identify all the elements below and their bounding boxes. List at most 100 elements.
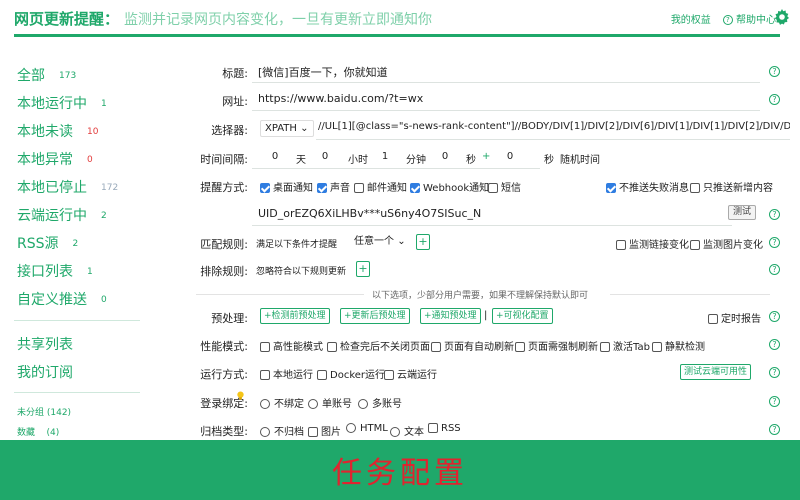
- add-match-rule-button[interactable]: +: [416, 234, 430, 250]
- login-none-radio[interactable]: 不绑定: [260, 395, 304, 410]
- notify-sound-checkbox[interactable]: 声音: [317, 179, 350, 194]
- run-cloud-checkbox[interactable]: 云端运行: [384, 366, 437, 381]
- checkbox-unchecked[interactable]: [354, 183, 364, 193]
- notify-desktop-checkbox[interactable]: 桌面通知: [260, 179, 313, 194]
- sidebar-item-api-list[interactable]: 接口列表 1: [17, 261, 93, 281]
- help-icon[interactable]: ?: [769, 66, 780, 77]
- checkbox-unchecked[interactable]: [488, 183, 498, 193]
- checkbox-checked[interactable]: [606, 183, 616, 193]
- archive-none-radio[interactable]: 不归档: [260, 423, 304, 438]
- selector-input[interactable]: //UL[1][@class="s-news-rank-content"]//B…: [318, 121, 790, 132]
- title-input[interactable]: [微信]百度一下，你就知道: [258, 64, 388, 80]
- help-center-link[interactable]: ? 帮助中心: [722, 11, 776, 26]
- perf-silent-checkbox[interactable]: 静默检测: [652, 338, 705, 353]
- checkbox-checked[interactable]: [410, 183, 420, 193]
- radio[interactable]: [308, 399, 318, 409]
- help-icon[interactable]: ?: [769, 339, 780, 350]
- days-input[interactable]: 0: [268, 151, 282, 162]
- add-random-button[interactable]: +: [482, 151, 490, 162]
- no-failure-push-checkbox[interactable]: 不推送失败消息: [606, 179, 689, 194]
- test-button[interactable]: 测试: [728, 205, 757, 220]
- sidebar-item-local-error[interactable]: 本地异常 0: [17, 149, 93, 169]
- checkbox-unchecked[interactable]: [308, 427, 318, 437]
- group-favorites[interactable]: 数藏 (4): [17, 425, 59, 438]
- checkbox-unchecked[interactable]: [616, 240, 626, 250]
- uid-input[interactable]: UID_orEZQ6XiLHBv***uS6ny4O7SISuc_N: [258, 207, 481, 220]
- archive-image-checkbox[interactable]: 图片: [308, 423, 341, 438]
- my-rights-link[interactable]: 我的权益: [671, 11, 711, 26]
- url-input[interactable]: https://www.baidu.com/?t=wx: [258, 92, 423, 105]
- help-icon[interactable]: ?: [769, 237, 780, 248]
- monitor-links-checkbox[interactable]: 监测链接变化: [616, 236, 689, 251]
- checkbox-checked[interactable]: [317, 183, 327, 193]
- checkbox-unchecked[interactable]: [652, 342, 662, 352]
- perf-keep-open-checkbox[interactable]: 检查完后不关闭页面: [327, 338, 430, 353]
- checkbox-unchecked[interactable]: [431, 342, 441, 352]
- run-local-checkbox[interactable]: 本地运行: [260, 366, 313, 381]
- archive-text-radio[interactable]: 文本: [390, 423, 424, 438]
- perf-force-refresh-checkbox[interactable]: 页面需强制刷新: [515, 338, 598, 353]
- sidebar-item-subscriptions[interactable]: 我的订阅: [17, 362, 73, 382]
- perf-auto-refresh-checkbox[interactable]: 页面有自动刷新: [431, 338, 514, 353]
- perf-activate-tab-checkbox[interactable]: 激活Tab: [600, 338, 650, 353]
- pre-check-preprocess-button[interactable]: +检测前预处理: [260, 308, 330, 324]
- sidebar-item-rss[interactable]: RSS源 2: [17, 233, 78, 253]
- help-icon[interactable]: ?: [769, 94, 780, 105]
- only-new-content-checkbox[interactable]: 只推送新增内容: [690, 179, 773, 194]
- group-ungrouped[interactable]: 未分组 (142): [17, 405, 71, 418]
- post-update-preprocess-button[interactable]: +更新后预处理: [340, 308, 410, 324]
- login-single-radio[interactable]: 单账号: [308, 395, 352, 410]
- checkbox-unchecked[interactable]: [690, 183, 700, 193]
- notify-preprocess-button[interactable]: +通知预处理: [420, 308, 481, 324]
- match-mode-select[interactable]: 任意一个 ⌄: [350, 234, 410, 251]
- checkbox-unchecked[interactable]: [384, 370, 394, 380]
- sidebar-item-all[interactable]: 全部 173: [17, 65, 76, 85]
- checkbox-unchecked[interactable]: [708, 314, 718, 324]
- help-icon[interactable]: ?: [769, 209, 780, 220]
- notify-sms-checkbox[interactable]: 短信: [488, 179, 521, 194]
- notify-email-checkbox[interactable]: 邮件通知: [354, 179, 407, 194]
- checkbox-unchecked[interactable]: [327, 342, 337, 352]
- checkbox-unchecked[interactable]: [260, 342, 270, 352]
- checkbox-checked[interactable]: [260, 183, 270, 193]
- selector-type-select[interactable]: XPATH ⌄: [260, 120, 314, 137]
- notify-webhook-checkbox[interactable]: Webhook通知: [410, 179, 489, 194]
- monitor-images-checkbox[interactable]: 监测图片变化: [690, 236, 763, 251]
- perf-high-checkbox[interactable]: 高性能模式: [260, 338, 323, 353]
- radio[interactable]: [358, 399, 368, 409]
- seconds-input[interactable]: 0: [438, 151, 452, 162]
- help-icon[interactable]: ?: [769, 311, 780, 322]
- run-docker-checkbox[interactable]: Docker运行: [317, 366, 385, 381]
- help-icon[interactable]: ?: [769, 367, 780, 378]
- archive-html-radio[interactable]: HTML: [346, 423, 388, 434]
- add-exclude-rule-button[interactable]: +: [356, 261, 370, 277]
- archive-rss-checkbox[interactable]: RSS: [428, 423, 461, 434]
- test-cloud-button[interactable]: 测试云端可用性: [680, 364, 752, 380]
- radio[interactable]: [260, 399, 270, 409]
- radio[interactable]: [346, 423, 356, 433]
- checkbox-unchecked[interactable]: [515, 342, 525, 352]
- random-seconds-input[interactable]: 0: [498, 151, 522, 162]
- checkbox-unchecked[interactable]: [690, 240, 700, 250]
- radio[interactable]: [390, 427, 400, 437]
- hours-input[interactable]: 0: [318, 151, 332, 162]
- radio[interactable]: [260, 427, 270, 437]
- checkbox-unchecked[interactable]: [600, 342, 610, 352]
- checkbox-unchecked[interactable]: [428, 423, 438, 433]
- sidebar-item-local-unread[interactable]: 本地未读 10: [17, 121, 98, 141]
- help-icon[interactable]: ?: [769, 264, 780, 275]
- visual-config-button[interactable]: +可视化配置: [492, 308, 553, 324]
- help-icon[interactable]: ?: [769, 424, 780, 435]
- scheduled-report-checkbox[interactable]: 定时报告: [708, 310, 761, 325]
- sidebar-item-custom-push[interactable]: 自定义推送 0: [17, 289, 107, 309]
- minutes-input[interactable]: 1: [378, 151, 392, 162]
- sidebar-item-local-running[interactable]: 本地运行中 1: [17, 93, 107, 113]
- help-icon[interactable]: ?: [769, 396, 780, 407]
- sidebar-item-local-stopped[interactable]: 本地已停止 172: [17, 177, 118, 197]
- checkbox-unchecked[interactable]: [317, 370, 327, 380]
- sidebar-item-shared[interactable]: 共享列表: [17, 334, 73, 354]
- sidebar-item-cloud-running[interactable]: 云端运行中 2: [17, 205, 107, 225]
- checkbox-unchecked[interactable]: [260, 370, 270, 380]
- gear-icon[interactable]: [774, 9, 790, 25]
- login-multi-radio[interactable]: 多账号: [358, 395, 402, 410]
